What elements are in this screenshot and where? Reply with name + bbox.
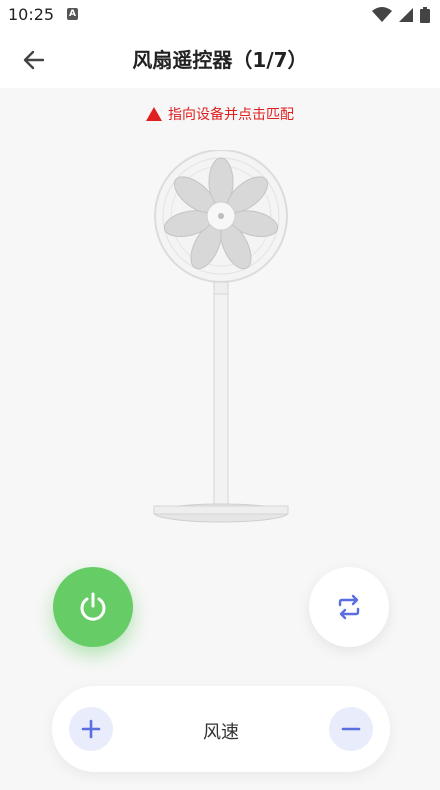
notification-badge-icon: A <box>67 8 78 20</box>
battery-icon <box>420 7 430 23</box>
match-hint-text: 指向设备并点击匹配 <box>168 107 294 123</box>
speed-decrease-button[interactable] <box>329 707 373 751</box>
warning-triangle-icon <box>146 107 162 121</box>
fan-illustration <box>153 150 289 523</box>
page-title: 风扇遥控器（1/7） <box>132 48 308 72</box>
match-hint: 指向设备并点击匹配 <box>0 104 440 124</box>
app-bar: 风扇遥控器（1/7） <box>0 30 440 88</box>
signal-icon <box>399 8 413 22</box>
status-bar: 10:25 A <box>0 0 440 30</box>
minus-icon <box>341 727 361 731</box>
swing-button[interactable] <box>309 567 389 647</box>
wifi-icon <box>372 7 392 22</box>
swing-icon <box>338 594 360 620</box>
speed-control: 风速 <box>52 686 390 772</box>
power-icon <box>80 592 106 621</box>
status-time: 10:25 <box>8 5 55 24</box>
status-icons <box>372 6 430 24</box>
power-button[interactable] <box>53 567 133 647</box>
